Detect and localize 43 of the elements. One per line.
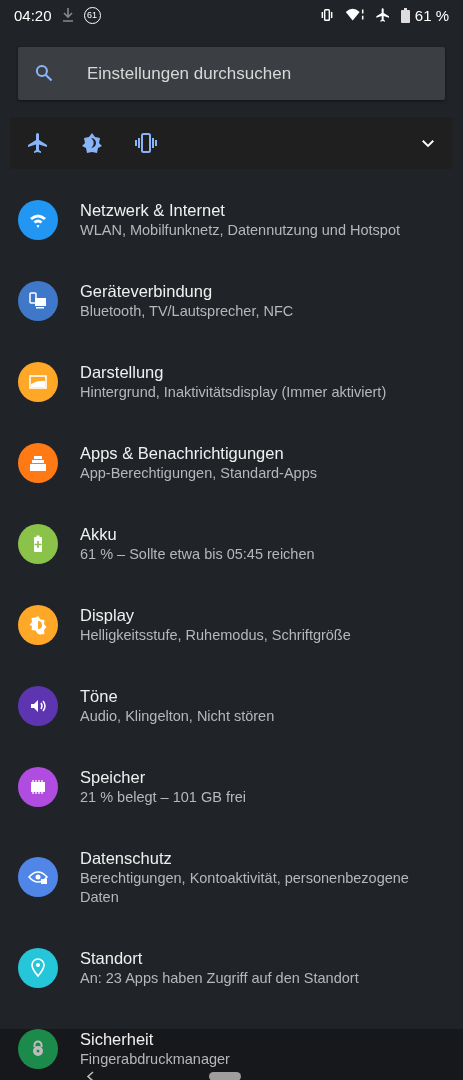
- item-subtitle: An: 23 Apps haben Zugriff auf den Standort: [80, 969, 359, 988]
- item-title: Apps & Benachrichtigungen: [80, 443, 285, 464]
- item-subtitle: Audio, Klingelton, Nicht stören: [80, 707, 275, 726]
- item-subtitle: App-Berechtigungen, Standard-Apps: [80, 464, 317, 483]
- settings-item[interactable]: Datenschutz Berechtigungen, Kontoaktivität, personenbezogene Daten: [0, 827, 463, 927]
- settings-item[interactable]: Netzwerk & Internet WLAN, Mobilfunknetz, Datennutzung und Hotspot: [0, 179, 463, 260]
- item-title: Sicherheit: [80, 1029, 155, 1050]
- settings-item[interactable]: Display Helligkeitsstufe, Ruhemodus, Schriftgröße: [0, 584, 463, 665]
- item-subtitle: 61 % – Sollte etwa bis 05:45 reichen: [80, 545, 315, 564]
- settings-item[interactable]: Geräteverbindung Bluetooth, TV/Lautsprecher, NFC: [0, 260, 463, 341]
- item-title: Akku: [80, 524, 118, 545]
- item-subtitle: WLAN, Mobilfunknetz, Datennutzung und Hotspot: [80, 221, 400, 240]
- settings-item[interactable]: Apps & Benachrichtigungen App-Berechtigungen, Standard-Apps: [0, 422, 463, 503]
- airplane-icon: [374, 7, 391, 23]
- settings-item[interactable]: Darstellung Hintergrund, Inaktivitätsdisplay (Immer aktiviert): [0, 341, 463, 422]
- item-title: Speicher: [80, 767, 147, 788]
- battery-icon: [400, 7, 410, 23]
- item-title: Geräteverbindung: [80, 281, 214, 302]
- item-subtitle: Fingerabdruckmanager: [80, 1050, 230, 1069]
- settings-item[interactable]: Akku 61 % – Sollte etwa bis 05:45 reichen: [0, 503, 463, 584]
- item-title: Töne: [80, 686, 119, 707]
- item-title: Netzwerk & Internet: [80, 200, 226, 221]
- brightness-icon[interactable]: [80, 131, 104, 155]
- battery-percentage: 61 %: [414, 6, 449, 24]
- item-subtitle: Berechtigungen, Kontoaktivität, personenbezogene Daten: [80, 869, 410, 907]
- item-title: Standort: [80, 948, 144, 969]
- vibrate-icon[interactable]: [134, 131, 158, 155]
- item-subtitle: Bluetooth, TV/Lautsprecher, NFC: [80, 302, 294, 321]
- item-subtitle: Hintergrund, Inaktivitätsdisplay (Immer aktiviert): [80, 383, 387, 402]
- settings-item[interactable]: Töne Audio, Klingelton, Nicht stören: [0, 665, 463, 746]
- item-title: Display: [80, 605, 136, 626]
- airplane-icon[interactable]: [26, 131, 50, 155]
- clock: 04:20: [14, 6, 52, 24]
- download-icon: [61, 7, 74, 23]
- settings-item[interactable]: Speicher 21 % belegt – 101 GB frei: [0, 746, 463, 827]
- item-subtitle: 21 % belegt – 101 GB frei: [80, 788, 247, 807]
- wifi-icon: [344, 8, 365, 22]
- item-title: Darstellung: [80, 362, 165, 383]
- search-icon: [34, 63, 54, 83]
- item-subtitle: Helligkeitsstufe, Ruhemodus, Schriftgröße: [80, 626, 351, 645]
- item-title: Datenschutz: [80, 848, 173, 869]
- settings-item[interactable]: Standort An: 23 Apps haben Zugriff auf den Standort: [0, 927, 463, 1008]
- search-field[interactable]: Einstellungen durchsuchen: [18, 47, 445, 100]
